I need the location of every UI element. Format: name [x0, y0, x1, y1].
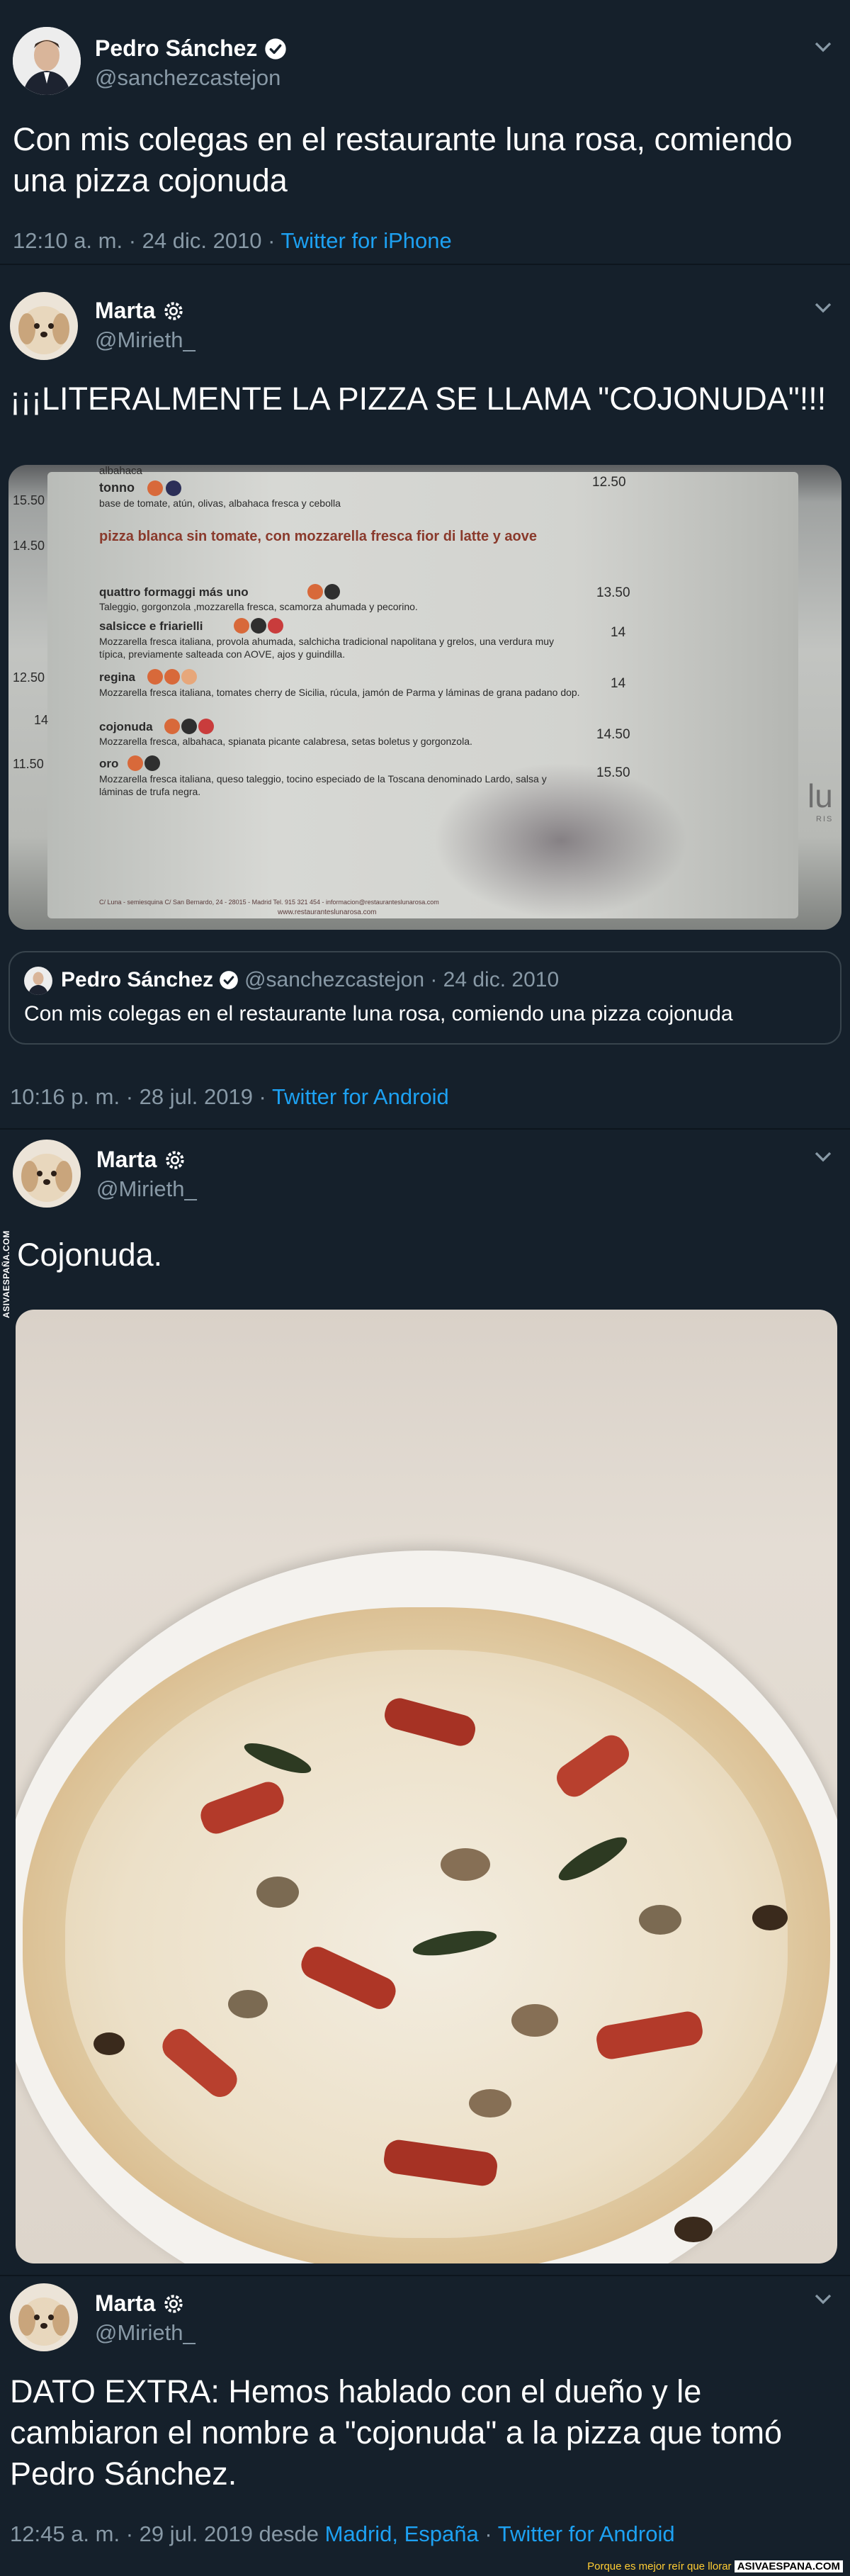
- menu-item-name: salsicce e friarielli: [99, 619, 203, 633]
- verified-badge-icon: [265, 38, 287, 60]
- pizza-photo[interactable]: [16, 1310, 837, 2263]
- menu-section-heading: pizza blanca sin tomate, con mozzarella …: [99, 529, 537, 544]
- diet-icon: [128, 755, 143, 771]
- menu-item-desc: base de tomate, atún, olivas, albahaca f…: [99, 497, 341, 509]
- author-handle[interactable]: @Mirieth_: [95, 2320, 196, 2346]
- tweet-source-link[interactable]: Twitter for iPhone: [281, 228, 452, 253]
- tweet-marta-menu[interactable]: Marta @Mirieth_ ¡¡¡LITERALMENTE LA PIZZA…: [0, 265, 850, 1128]
- diet-icon: [251, 618, 266, 634]
- menu-text: albahaca: [99, 465, 142, 477]
- quoted-handle-date[interactable]: @sanchezcastejon · 24 dic. 2010: [244, 968, 559, 992]
- menu-brand-fragment: lu: [808, 777, 833, 814]
- menu-item-name: oro: [99, 757, 119, 770]
- menu-price: 14: [34, 713, 49, 727]
- menu-price: 14: [611, 676, 626, 691]
- menu-price: 12.50: [13, 670, 45, 685]
- menu-price: 12.50: [592, 475, 626, 490]
- author-name[interactable]: Pedro Sánchez: [95, 35, 257, 62]
- menu-item-name: regina: [99, 670, 136, 684]
- avatar-pedro-small[interactable]: [24, 967, 52, 995]
- author-name[interactable]: Marta: [95, 2290, 155, 2317]
- gear-badge-icon: [166, 1150, 185, 1169]
- author-handle[interactable]: @Mirieth_: [95, 327, 196, 353]
- menu-item-desc: Mozzarella fresca italiana, queso talegg…: [99, 773, 547, 797]
- tweet-text: Con mis colegas en el restaurante luna r…: [13, 121, 793, 198]
- avatar-pedro[interactable]: [13, 27, 81, 95]
- menu-item-desc: Mozzarella fresca italiana, provola ahum…: [99, 636, 555, 660]
- diet-icon: [307, 584, 323, 600]
- menu-photo[interactable]: albahaca tonno base de tomate, atún, oli…: [8, 465, 842, 930]
- menu-item-desc: Taleggio, gorgonzola ,mozzarella fresca,…: [99, 601, 418, 612]
- diet-icon: [181, 669, 197, 685]
- tweet-timestamp[interactable]: 12:45 a. m. · 29 jul. 2019 desde: [10, 2521, 325, 2546]
- footer-tagline-text: Porque es mejor reír que llorar: [587, 2560, 735, 2572]
- chevron-down-icon[interactable]: [809, 1142, 837, 1171]
- footer-brand[interactable]: ASIVAESPANA.COM: [734, 2560, 843, 2572]
- tweet-marta-extra[interactable]: Marta @Mirieth_ DATO EXTRA: Hemos hablad…: [0, 2276, 850, 2560]
- avatar-marta[interactable]: [10, 292, 78, 360]
- menu-price: 15.50: [596, 765, 630, 780]
- menu-price: 14.50: [13, 539, 45, 553]
- tweet-timestamp[interactable]: 10:16 p. m. · 28 jul. 2019 ·: [10, 1084, 272, 1109]
- tweet-location-link[interactable]: Madrid, España: [325, 2521, 479, 2546]
- menu-price: 14: [611, 625, 626, 640]
- tweet-pedro[interactable]: Pedro Sánchez @sanchezcastejon Con mis c…: [0, 0, 850, 264]
- quoted-tweet[interactable]: Pedro Sánchez @sanchezcastejon · 24 dic.…: [8, 951, 842, 1045]
- diet-icon: [147, 669, 163, 685]
- chevron-down-icon[interactable]: [809, 33, 837, 61]
- tweet-meta: 12:10 a. m. · 24 dic. 2010 · Twitter for…: [13, 228, 452, 254]
- tweet-text: ¡¡¡LITERALMENTE LA PIZZA SE LLAMA "COJON…: [10, 381, 827, 417]
- avatar-marta[interactable]: [10, 2283, 78, 2351]
- avatar-marta[interactable]: [13, 1140, 81, 1208]
- menu-item-name: tonno: [99, 480, 135, 495]
- chevron-down-icon[interactable]: [809, 2285, 837, 2313]
- menu-item-name: cojonuda: [99, 720, 153, 733]
- diet-icon: [166, 480, 181, 496]
- menu-price: 11.50: [13, 757, 44, 771]
- menu-item-name: quattro formaggi más uno: [99, 585, 249, 599]
- tweet-text: Cojonuda.: [17, 1237, 163, 1273]
- menu-footer-address: C/ Luna - semiesquina C/ San Bernardo, 2…: [99, 899, 439, 906]
- menu-price: 13.50: [596, 585, 630, 600]
- gear-badge-icon: [164, 2294, 183, 2313]
- diet-icon: [324, 584, 340, 600]
- meta-separator: ·: [478, 2521, 498, 2546]
- tweet-source-link[interactable]: Twitter for Android: [498, 2521, 675, 2546]
- diet-icon: [234, 618, 249, 634]
- diet-icon: [147, 480, 163, 496]
- menu-price: 15.50: [13, 493, 45, 507]
- author-handle[interactable]: @Mirieth_: [96, 1176, 197, 1202]
- chevron-down-icon[interactable]: [809, 293, 837, 322]
- gear-badge-icon: [164, 301, 183, 320]
- tweet-timestamp[interactable]: 12:10 a. m. · 24 dic. 2010 ·: [13, 228, 281, 253]
- author-name[interactable]: Marta: [95, 298, 155, 324]
- tweet-marta-pizza[interactable]: Marta @Mirieth_ Cojonuda.: [0, 1130, 850, 2275]
- tweet-text: DATO EXTRA: Hemos hablado con el dueño y…: [10, 2373, 783, 2492]
- author-handle[interactable]: @sanchezcastejon: [95, 65, 280, 91]
- menu-brand-sub: RIS: [816, 815, 834, 823]
- diet-icon: [198, 719, 214, 734]
- footer-tagline: Porque es mejor reír que llorar ASIVAESP…: [587, 2560, 843, 2572]
- diet-icon: [144, 755, 160, 771]
- tweet-meta: 10:16 p. m. · 28 jul. 2019 · Twitter for…: [10, 1084, 449, 1110]
- site-footer: Porque es mejor reír que llorar ASIVAESP…: [0, 2560, 850, 2576]
- menu-price: 14.50: [596, 727, 630, 742]
- menu-item-desc: Mozzarella fresca italiana, tomates cher…: [99, 687, 580, 698]
- diet-icon: [164, 719, 180, 734]
- menu-item-desc: Mozzarella fresca, albahaca, spianata pi…: [99, 736, 472, 747]
- quoted-author-name[interactable]: Pedro Sánchez: [61, 968, 213, 992]
- tweet-source-link[interactable]: Twitter for Android: [272, 1084, 449, 1109]
- author-name[interactable]: Marta: [96, 1147, 157, 1173]
- quoted-text: Con mis colegas en el restaurante luna r…: [24, 1002, 733, 1025]
- side-watermark: ASIVAESPAÑA.COM: [1, 1230, 11, 1318]
- diet-icon: [268, 618, 283, 634]
- diet-icon: [164, 669, 180, 685]
- diet-icon: [181, 719, 197, 734]
- menu-footer-website: www.restauranteslunarosa.com: [278, 909, 377, 916]
- verified-badge-icon: [220, 971, 238, 989]
- tweet-meta: 12:45 a. m. · 29 jul. 2019 desde Madrid,…: [10, 2521, 675, 2547]
